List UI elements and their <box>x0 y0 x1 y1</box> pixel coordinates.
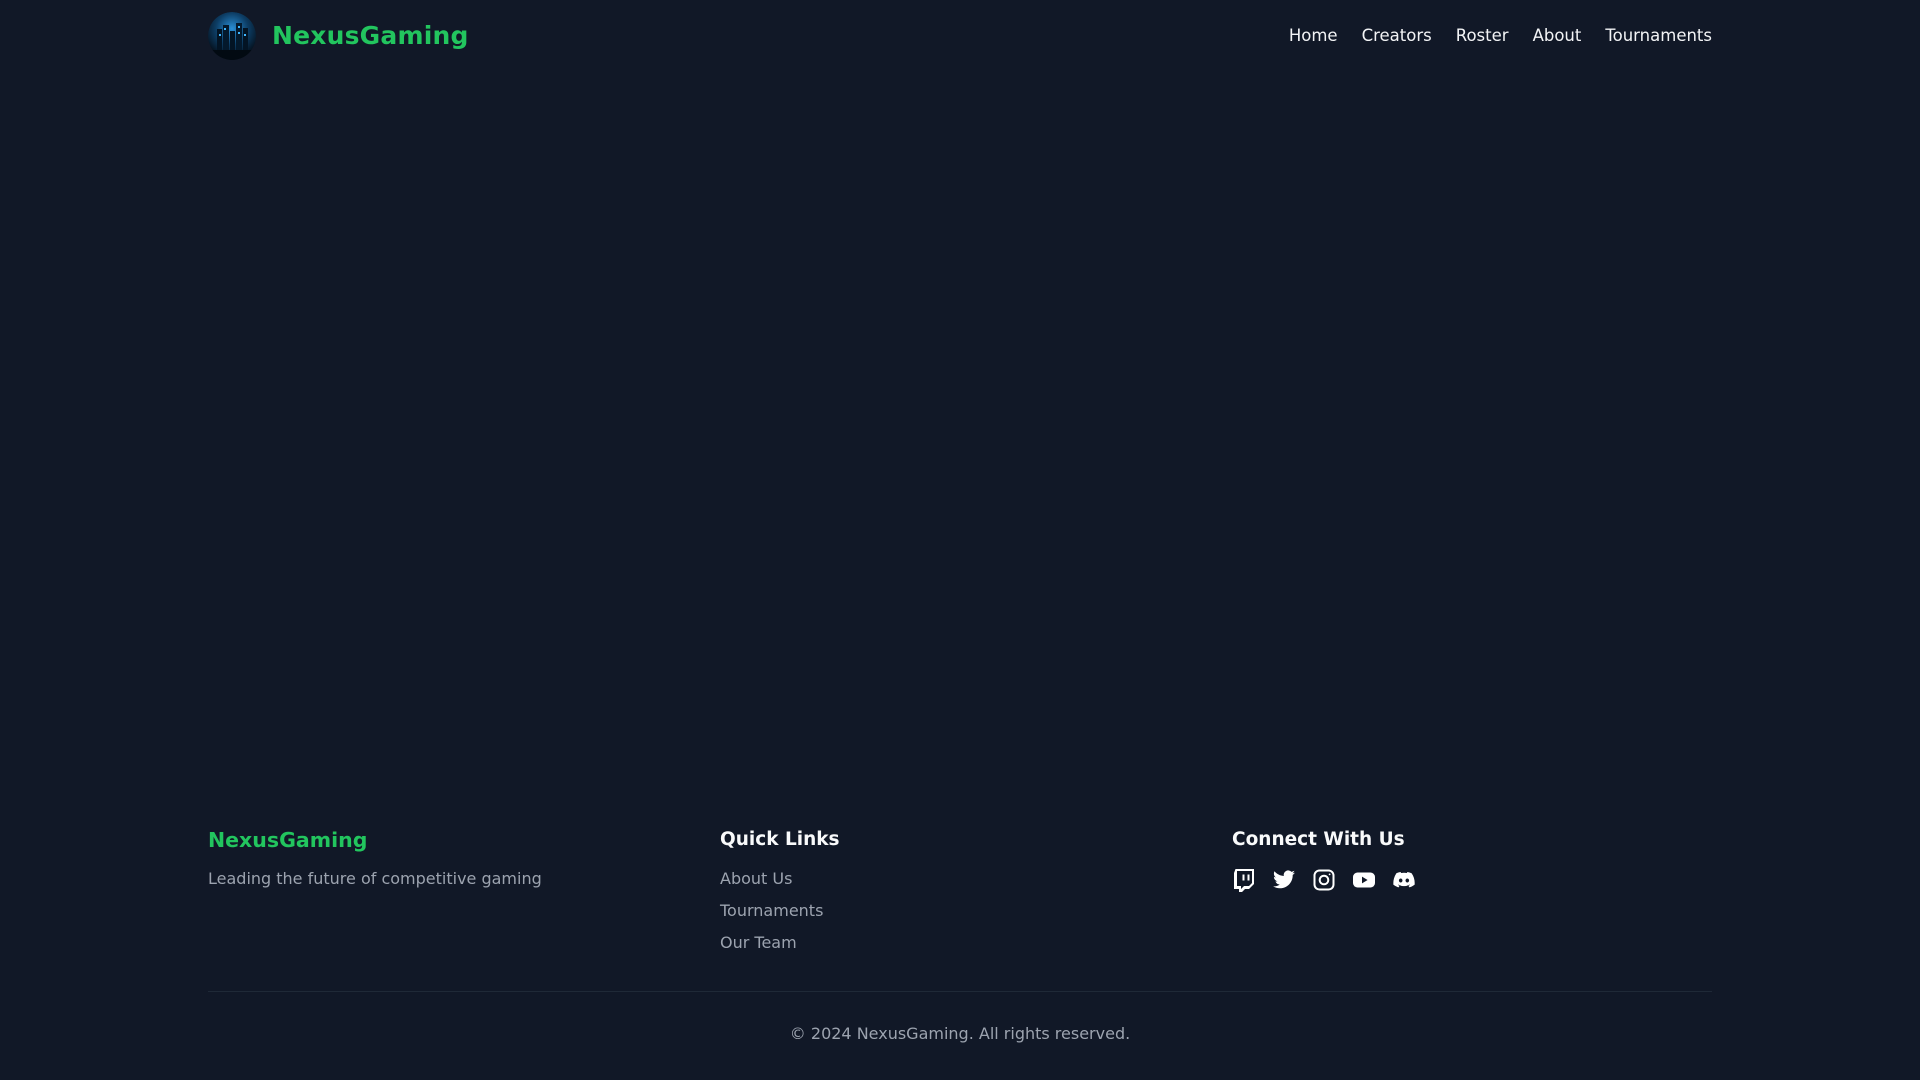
nav-roster[interactable]: Roster <box>1456 26 1509 45</box>
quick-links-list: About Us Tournaments Our Team <box>720 869 840 952</box>
brand-name: NexusGaming <box>272 21 469 50</box>
brand-link[interactable]: NexusGaming <box>208 11 469 60</box>
footer-divider <box>208 991 1712 992</box>
nav-creators[interactable]: Creators <box>1362 26 1432 45</box>
nav-about[interactable]: About <box>1533 26 1582 45</box>
footer-brand: NexusGaming <box>208 828 368 852</box>
site-header: NexusGaming Home Creators Roster About T… <box>208 0 1712 71</box>
footer-columns: NexusGaming Leading the future of compet… <box>208 808 1712 991</box>
twitter-icon[interactable] <box>1272 868 1296 892</box>
nexus-logo-icon <box>208 11 256 60</box>
footer-quick-links-column: Quick Links About Us Tournaments Our Tea… <box>720 808 840 965</box>
quick-links-heading: Quick Links <box>720 829 840 850</box>
twitch-icon[interactable] <box>1232 868 1256 892</box>
nav-tournaments[interactable]: Tournaments <box>1605 26 1712 45</box>
footer-link-tournaments[interactable]: Tournaments <box>720 901 840 920</box>
connect-heading: Connect With Us <box>1232 829 1405 850</box>
discord-icon[interactable] <box>1392 868 1416 892</box>
footer-about-column: NexusGaming Leading the future of compet… <box>208 808 542 888</box>
site-footer: NexusGaming Leading the future of compet… <box>208 808 1712 1043</box>
copyright-text: © 2024 NexusGaming. All rights reserved. <box>789 1024 1131 1043</box>
footer-connect-column: Connect With Us <box>1232 808 1432 892</box>
page: NexusGaming Home Creators Roster About T… <box>0 0 1920 1080</box>
youtube-icon[interactable] <box>1352 868 1376 892</box>
footer-link-about-us[interactable]: About Us <box>720 869 840 888</box>
nav-home[interactable]: Home <box>1289 26 1338 45</box>
footer-tagline: Leading the future of competitive gaming <box>208 869 542 888</box>
social-links <box>1232 868 1432 892</box>
main-nav: Home Creators Roster About Tournaments <box>1265 26 1712 45</box>
footer-link-our-team[interactable]: Our Team <box>720 933 840 952</box>
instagram-icon[interactable] <box>1312 868 1336 892</box>
